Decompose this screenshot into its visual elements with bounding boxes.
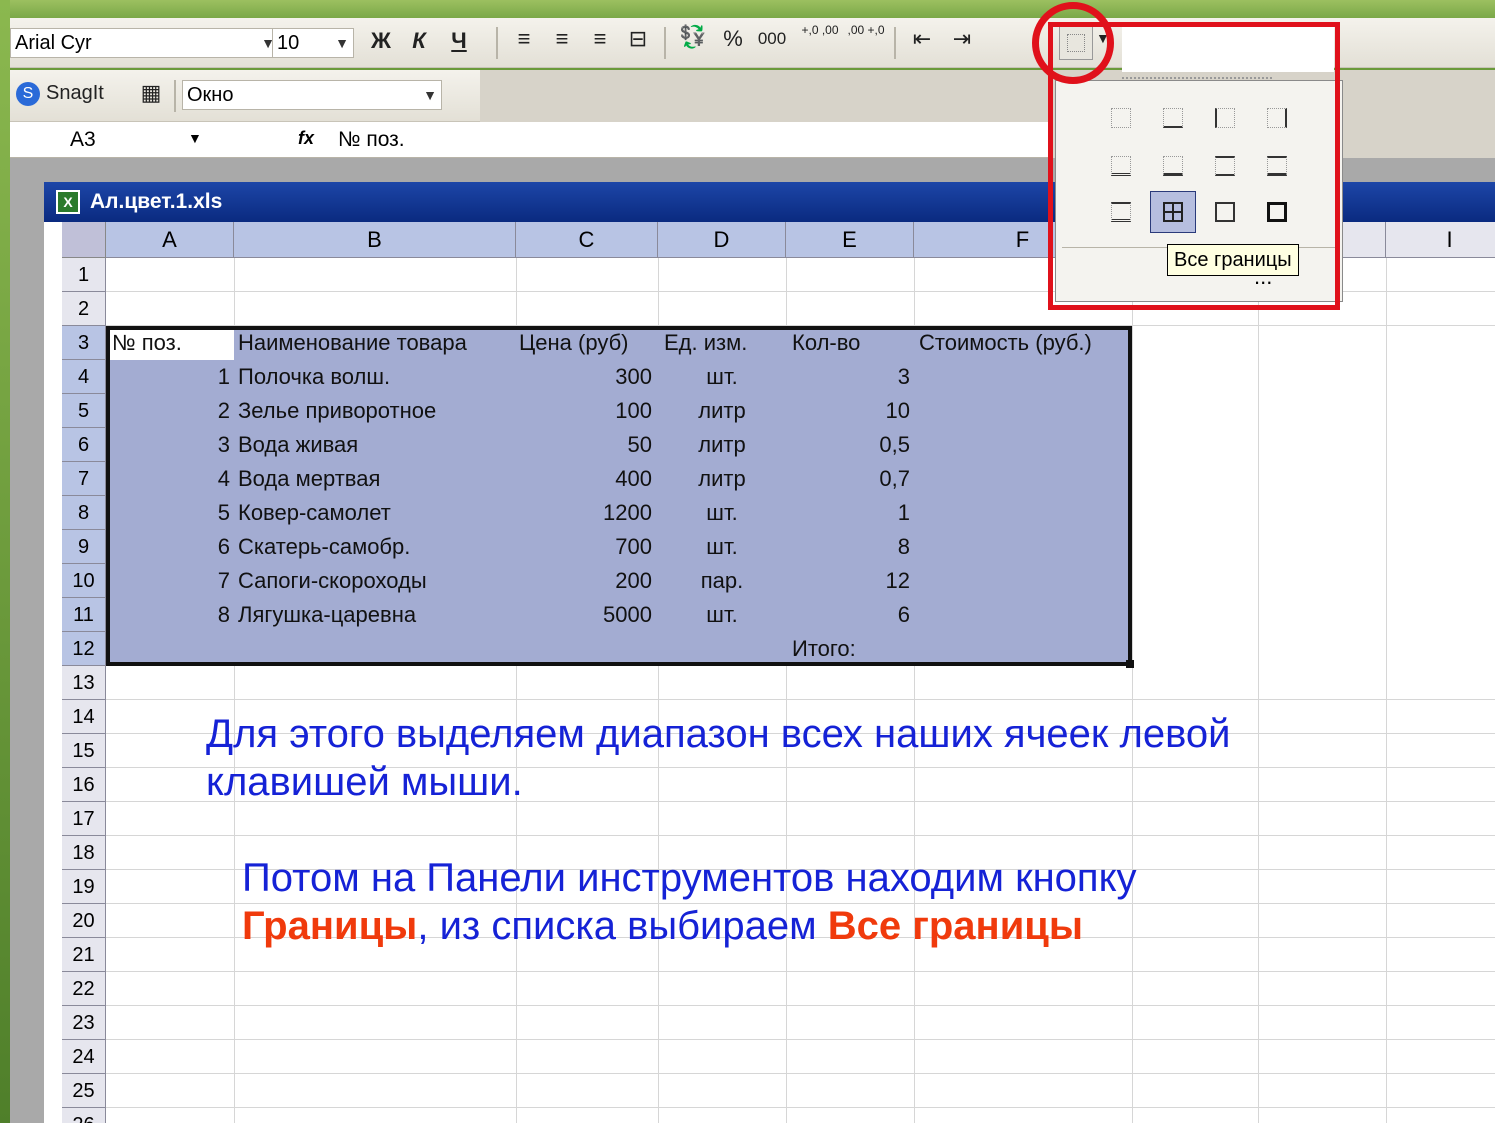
row-header[interactable]: 2: [62, 292, 106, 326]
row-header[interactable]: 12: [62, 632, 106, 666]
toolbar-separator: [664, 27, 666, 59]
grid-line: [106, 1005, 1495, 1006]
increase-indent-icon[interactable]: ⇥: [946, 26, 978, 52]
fill-handle[interactable]: [1126, 660, 1134, 668]
toolbar-separator: [174, 80, 176, 112]
highlight-borders: Границы: [242, 904, 418, 948]
grid-line: [106, 835, 1495, 836]
align-left-icon[interactable]: ≡: [508, 26, 540, 52]
grid-line: [1132, 258, 1133, 1123]
window-title: Ал.цвет.1.xls: [90, 190, 223, 213]
instruction-note-1: Для этого выделяем диапазон всех наших я…: [206, 710, 1231, 806]
note-line: Границы, из списка выбираем Все границы: [242, 902, 1137, 950]
bold-button[interactable]: Ж: [366, 28, 396, 54]
row-header[interactable]: 11: [62, 598, 106, 632]
row-header[interactable]: 22: [62, 972, 106, 1006]
workbook-window: X Ал.цвет.1.xls A B C D E F I 1 2 3 4 5 …: [44, 182, 1495, 1123]
row-header[interactable]: 26: [62, 1108, 106, 1123]
row-header[interactable]: 1: [62, 258, 106, 292]
percent-button[interactable]: %: [718, 26, 748, 52]
row-header[interactable]: 6: [62, 428, 106, 462]
italic-button[interactable]: К: [404, 28, 434, 54]
top-strip: [0, 0, 1495, 18]
row-header[interactable]: 24: [62, 1040, 106, 1074]
grid-line: [106, 699, 1495, 700]
snagit-button[interactable]: SnagIt: [46, 82, 104, 105]
row-header[interactable]: 8: [62, 496, 106, 530]
row-header[interactable]: 23: [62, 1006, 106, 1040]
row-header[interactable]: 13: [62, 666, 106, 700]
row-header[interactable]: 9: [62, 530, 106, 564]
highlight-circle: [1032, 2, 1114, 84]
row-header[interactable]: 16: [62, 768, 106, 802]
grid-line: [106, 971, 1495, 972]
slide-left-strip: [0, 0, 10, 1123]
toolbar-separator: [496, 27, 498, 59]
row-header[interactable]: 15: [62, 734, 106, 768]
row-header[interactable]: 18: [62, 836, 106, 870]
currency-icon[interactable]: 💱: [676, 24, 710, 50]
grid-line: [1258, 258, 1259, 1123]
row-header[interactable]: 21: [62, 938, 106, 972]
column-header-d[interactable]: D: [658, 222, 786, 258]
grid-line: [106, 1107, 1495, 1108]
fx-icon[interactable]: fx: [298, 128, 314, 149]
snagit-icon[interactable]: S: [16, 82, 40, 106]
chevron-down-icon[interactable]: ▼: [335, 29, 349, 57]
row-header[interactable]: 7: [62, 462, 106, 496]
thousands-button[interactable]: 000: [752, 29, 792, 49]
note-line: клавишей мыши.: [206, 760, 523, 804]
note-text: , из списка выбираем: [417, 904, 828, 948]
decrease-decimal-button[interactable]: ,00 +,0: [846, 22, 886, 38]
font-name-combo[interactable]: Arial Cyr ▼: [10, 28, 280, 58]
formula-bar: A3 ▼ fx № поз.: [10, 122, 1050, 158]
row-header[interactable]: 10: [62, 564, 106, 598]
merge-center-icon[interactable]: ⊟: [622, 26, 654, 52]
toolbar-separator: [894, 27, 896, 59]
row-header[interactable]: 5: [62, 394, 106, 428]
increase-decimal-button[interactable]: +,0 ,00: [800, 22, 840, 38]
sheet-grid[interactable]: A B C D E F I 1 2 3 4 5 6 7 8 9 10 11 12…: [62, 222, 1495, 1123]
column-header-b[interactable]: B: [234, 222, 516, 258]
excel-file-icon: X: [56, 190, 80, 214]
decrease-indent-icon[interactable]: ⇤: [906, 26, 938, 52]
underline-button[interactable]: Ч: [444, 28, 474, 54]
formula-input[interactable]: № поз.: [338, 128, 405, 152]
grid-line: [106, 1039, 1495, 1040]
snagit-toolbar: S SnagIt ▦ Окно ▼: [10, 70, 480, 122]
selection-border: [106, 326, 1132, 666]
row-header[interactable]: 20: [62, 904, 106, 938]
select-all-corner[interactable]: [62, 222, 106, 258]
row-header[interactable]: 14: [62, 700, 106, 734]
highlight-all-borders: Все границы: [827, 904, 1084, 948]
chevron-down-icon[interactable]: ▼: [423, 81, 437, 109]
chevron-down-icon[interactable]: ▼: [188, 130, 202, 146]
grid-line: [1386, 258, 1387, 1123]
note-line: Для этого выделяем диапазон всех наших я…: [206, 712, 1231, 756]
window-combo[interactable]: Окно ▼: [182, 80, 442, 110]
note-line: Потом на Панели инструментов находим кно…: [242, 856, 1137, 900]
column-header-c[interactable]: C: [516, 222, 658, 258]
align-center-icon[interactable]: ≡: [546, 26, 578, 52]
snagit-capture-icon[interactable]: ▦: [136, 80, 166, 106]
column-header-i[interactable]: I: [1386, 222, 1495, 258]
row-header[interactable]: 25: [62, 1074, 106, 1108]
row-header[interactable]: 4: [62, 360, 106, 394]
row-header[interactable]: 3: [62, 326, 106, 360]
window-combo-value: Окно: [187, 84, 234, 106]
font-name-value: Arial Cyr: [15, 32, 92, 54]
font-size-value: 10: [277, 32, 300, 54]
font-size-combo[interactable]: 10 ▼: [272, 28, 354, 58]
row-header[interactable]: 19: [62, 870, 106, 904]
grid-line: [106, 1073, 1495, 1074]
row-header[interactable]: 17: [62, 802, 106, 836]
column-header-e[interactable]: E: [786, 222, 914, 258]
instruction-note-2: Потом на Панели инструментов находим кно…: [242, 854, 1137, 950]
name-box[interactable]: A3: [70, 128, 96, 152]
column-header-a[interactable]: A: [106, 222, 234, 258]
align-right-icon[interactable]: ≡: [584, 26, 616, 52]
